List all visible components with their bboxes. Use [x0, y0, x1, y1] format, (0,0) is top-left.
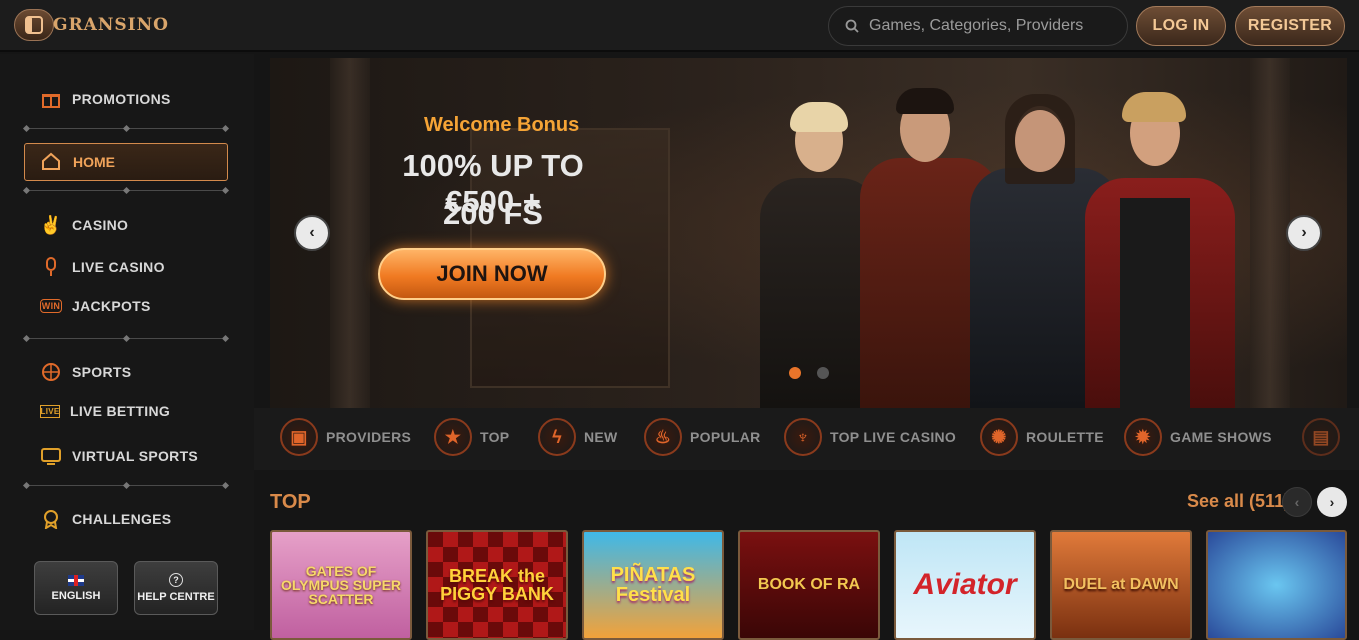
virtual-screen-icon — [40, 445, 62, 467]
game-tile[interactable] — [1206, 530, 1347, 640]
hero-banner[interactable]: ‹ › — [270, 58, 1347, 408]
sidebar-toggle-icon — [25, 16, 43, 34]
logo-text: GRANSINO — [53, 15, 169, 35]
search-bar[interactable] — [828, 6, 1128, 46]
language-button[interactable]: ENGLISH — [34, 561, 118, 615]
category-label: PROVIDERS — [326, 429, 412, 445]
game-title: GATES OF OLYMPUS SUPER SCATTER — [280, 563, 402, 607]
gift-icon — [40, 88, 62, 110]
sidebar-item-home[interactable]: HOME — [24, 143, 228, 181]
category-label: NEW — [584, 429, 618, 445]
sidebar-item-label: JACKPOTS — [72, 298, 151, 314]
category-top-live-casino[interactable]: ♆ TOP LIVE CASINO — [784, 418, 956, 456]
language-label: ENGLISH — [51, 589, 101, 602]
sidebar-item-label: SPORTS — [72, 364, 132, 380]
category-label: GAME SHOWS — [1170, 429, 1272, 445]
roulette-icon: ✺ — [980, 418, 1018, 456]
category-providers[interactable]: ▣ PROVIDERS — [280, 418, 411, 456]
login-button[interactable]: LOG IN — [1136, 6, 1226, 46]
top-section-title: TOP — [270, 491, 311, 513]
sidebar-item-sports[interactable]: SPORTS — [40, 361, 131, 383]
category-more[interactable]: ▤ — [1302, 418, 1340, 456]
category-bar: ▣ PROVIDERS ★ TOP ϟ NEW ♨ POPULAR ♆ TOP … — [254, 408, 1359, 470]
join-now-button[interactable]: JOIN NOW — [378, 248, 606, 300]
live-badge-icon: LIVE — [40, 404, 60, 418]
sidebar-item-label: HOME — [73, 154, 115, 170]
gransino-logo[interactable]: GRANSINO — [53, 8, 168, 42]
hero-prev-arrow[interactable]: ‹ — [294, 215, 330, 251]
sidebar-item-live-casino[interactable]: LIVE CASINO — [40, 256, 165, 278]
microphone-icon: ♆ — [784, 418, 822, 456]
carousel-prev-arrow[interactable]: ‹ — [1282, 487, 1312, 517]
game-title: DUEL at DAWN — [1063, 576, 1179, 593]
basketball-icon — [40, 361, 62, 383]
register-button[interactable]: REGISTER — [1235, 6, 1345, 46]
slide-indicator[interactable] — [817, 367, 829, 379]
game-title: BOOK OF RA — [757, 576, 861, 593]
sidebar-item-label: PROMOTIONS — [72, 91, 171, 107]
top-header: GRANSINO LOG IN REGISTER — [0, 0, 1359, 52]
sidebar-divider — [22, 186, 230, 196]
home-icon — [41, 152, 61, 173]
sidebar-item-virtual-sports[interactable]: VIRTUAL SPORTS — [40, 445, 198, 467]
wheel-icon: ✹ — [1124, 418, 1162, 456]
help-centre-button[interactable]: ? HELP CENTRE — [134, 561, 218, 615]
see-all-link[interactable]: See all (511) — [1187, 491, 1290, 512]
category-popular[interactable]: ♨ POPULAR — [644, 418, 761, 456]
category-game-shows[interactable]: ✹ GAME SHOWS — [1124, 418, 1272, 456]
hero-next-arrow[interactable]: › — [1286, 215, 1322, 251]
hero-offer-line2: 200 FS — [443, 196, 543, 231]
game-title: Aviator — [913, 568, 1017, 601]
sidebar-divider — [22, 334, 230, 344]
sidebar-item-label: CHALLENGES — [72, 511, 172, 527]
sidebar-item-label: LIVE BETTING — [70, 403, 171, 419]
sidebar-divider — [22, 481, 230, 491]
help-label: HELP CENTRE — [137, 591, 215, 603]
microphone-icon — [40, 256, 62, 278]
flame-icon: ♨ — [644, 418, 682, 456]
category-top[interactable]: ★ TOP — [434, 418, 509, 456]
sidebar-toggle-button[interactable] — [14, 9, 54, 41]
uk-flag-icon — [68, 574, 84, 586]
search-input[interactable] — [869, 17, 1099, 35]
game-tile[interactable]: DUEL at DAWN — [1050, 530, 1192, 640]
sidebar: PROMOTIONS HOME ✌ CASINO LIVE CASINO WIN… — [0, 54, 254, 630]
category-label: POPULAR — [690, 429, 761, 445]
category-roulette[interactable]: ✺ ROULETTE — [980, 418, 1104, 456]
carousel-next-arrow[interactable]: › — [1317, 487, 1347, 517]
sidebar-item-live-betting[interactable]: LIVE LIVE BETTING — [40, 403, 170, 419]
game-tile[interactable]: GATES OF OLYMPUS SUPER SCATTER — [270, 530, 412, 640]
category-label: ROULETTE — [1026, 429, 1104, 445]
sidebar-divider — [22, 124, 230, 134]
slot-machine-icon: ▣ — [280, 418, 318, 456]
game-tile[interactable]: PIÑATAS Festival — [582, 530, 724, 640]
sidebar-item-casino[interactable]: ✌ CASINO — [40, 214, 128, 236]
jackpot-win-icon: WIN — [40, 299, 62, 313]
sidebar-item-label: LIVE CASINO — [72, 259, 165, 275]
sidebar-item-label: VIRTUAL SPORTS — [72, 448, 199, 464]
question-icon: ? — [169, 573, 183, 587]
category-label: TOP — [480, 429, 510, 445]
lightning-icon: ϟ — [538, 418, 576, 456]
game-tile[interactable]: BREAK the PIGGY BANK — [426, 530, 568, 640]
category-label: TOP LIVE CASINO — [830, 429, 957, 445]
rock-hand-icon: ✌ — [39, 214, 63, 235]
search-icon — [845, 19, 859, 33]
hero-subtitle: Welcome Bonus — [424, 114, 580, 136]
sidebar-item-promotions[interactable]: PROMOTIONS — [40, 88, 171, 110]
game-title: BREAK the PIGGY BANK — [440, 566, 554, 604]
game-title: PIÑATAS Festival — [610, 564, 696, 606]
game-tile[interactable]: BOOK OF RA — [738, 530, 880, 640]
game-tile[interactable]: Aviator — [894, 530, 1036, 640]
sidebar-item-label: CASINO — [72, 217, 129, 233]
category-new[interactable]: ϟ NEW — [538, 418, 618, 456]
cards-icon: ▤ — [1302, 418, 1340, 456]
sidebar-item-jackpots[interactable]: WIN JACKPOTS — [40, 298, 151, 314]
star-icon: ★ — [434, 418, 472, 456]
medal-icon — [40, 508, 62, 530]
sidebar-item-challenges[interactable]: CHALLENGES — [40, 508, 171, 530]
slide-indicator-active[interactable] — [789, 367, 801, 379]
